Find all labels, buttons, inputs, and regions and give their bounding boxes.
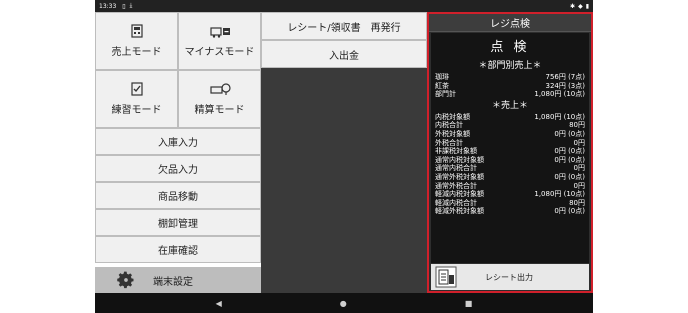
navigation-bar: ◀ ● ■ [95, 293, 593, 313]
cash-in-out-label: 入出金 [329, 50, 359, 62]
battery-icon: ▮ [585, 2, 589, 10]
line-value: 0円 (0点) [554, 172, 585, 181]
download-icon: ⤓ [129, 2, 133, 9]
stock-in-button[interactable]: 入庫入力 [95, 128, 261, 155]
line-value: 0円 (0点) [554, 129, 585, 138]
status-bar: 13:33 ▯ ⤓ ✱ ◆ ▮ [95, 0, 593, 12]
receipt-line: 内税合計 80円 [435, 121, 585, 130]
tablet-screen: 13:33 ▯ ⤓ ✱ ◆ ▮ 売上モード マイナスモード 練習モード 精算モー… [95, 0, 593, 313]
line-value: 80円 [569, 121, 585, 130]
receipt-line: 通常内税合計 0円 [435, 164, 585, 173]
line-value: 1,080円 (10点) [534, 190, 585, 199]
line-value: 1,080円 (10点) [534, 90, 585, 99]
product-transfer-button[interactable]: 商品移動 [95, 182, 261, 209]
line-value: 0円 [573, 181, 585, 190]
line-label: 軽減外税対象額 [435, 207, 484, 216]
receipt-line: 外税対象額 0円 (0点) [435, 130, 585, 139]
line-value: 0円 (0点) [554, 207, 585, 216]
line-value: 80円 [569, 198, 585, 207]
stock-check-button[interactable]: 在庫確認 [95, 236, 261, 263]
receipt-preview[interactable]: 点 検 ＊部門別売上＊ 珈琲 756円 (7点) 紅茶 324円 (3点) 部門計 1… [431, 33, 589, 263]
settlement-mode-button[interactable]: 精算モード [178, 70, 261, 128]
receipt-line: 外税合計 0円 [435, 139, 585, 148]
stock-check-label: 在庫確認 [158, 246, 198, 257]
middle-column: レシート/領収書 再発行 入出金 [261, 12, 427, 293]
line-label: 部門計 [435, 90, 456, 99]
receipt-printer-icon [435, 266, 457, 288]
receipt-line: 珈琲 756円 (7点) [435, 73, 585, 82]
line-label: 紅茶 [435, 81, 449, 90]
print-receipt-label: レシート出力 [485, 272, 533, 282]
line-value: 0円 [573, 164, 585, 173]
line-label: 通常外税合計 [435, 181, 477, 190]
minus-mode-button[interactable]: マイナスモード [178, 12, 261, 70]
minus-mode-label: マイナスモード [184, 47, 255, 58]
line-label: 軽減内税対象額 [435, 190, 484, 199]
register-icon [130, 24, 143, 38]
bluetooth-icon: ✱ [570, 2, 576, 10]
line-value: 756円 (7点) [545, 73, 585, 81]
practice-icon [130, 82, 143, 96]
line-label: 珈琲 [435, 73, 449, 81]
print-receipt-button[interactable]: レシート出力 [431, 264, 589, 290]
sales-section-heading: ＊売上＊ [491, 100, 528, 111]
line-label: 外税合計 [435, 138, 463, 147]
shortage-input-button[interactable]: 欠品入力 [95, 155, 261, 182]
line-label: 通常内税合計 [435, 164, 477, 173]
gear-icon [113, 267, 139, 293]
sales-mode-label: 売上モード [111, 47, 162, 58]
line-value: 1,080円 (10点) [534, 112, 585, 121]
line-label: 通常外税対象額 [435, 172, 484, 181]
back-icon[interactable]: ◀ [216, 299, 222, 308]
dept-section-heading: ＊部門別売上＊ [478, 61, 542, 71]
terminal-settings-button[interactable]: 端末設定 [95, 267, 261, 293]
receipt-title: 点 検 [490, 40, 530, 55]
product-transfer-label: 商品移動 [158, 192, 198, 203]
practice-mode-label: 練習モード [111, 105, 162, 116]
wifi-icon: ◆ [578, 2, 583, 10]
inventory-management-label: 棚卸管理 [158, 219, 198, 230]
register-check-panel: レジ点検 点 検 ＊部門別売上＊ 珈琲 756円 (7点) 紅茶 324円 (3点)… [427, 12, 593, 293]
receipt-line: 通常外税合計 0円 [435, 182, 585, 191]
receipt-line: 軽減内税対象額 1,080円 (10点) [435, 190, 585, 199]
receipt-line: 軽減外税対象額 0円 (0点) [435, 207, 585, 216]
receipt-line: 通常外税対象額 0円 (0点) [435, 173, 585, 182]
terminal-settings-label: 端末設定 [153, 276, 193, 288]
receipt-reissue-label: レシート/領収書 再発行 [287, 22, 401, 34]
minus-cart-icon [209, 27, 230, 38]
line-label: 内税合計 [435, 121, 463, 130]
receipt-line: 紅茶 324円 (3点) [435, 82, 585, 91]
line-value: 324円 (3点) [545, 81, 585, 90]
receipt-line: 非課税対象額 0円 (0点) [435, 147, 585, 156]
settlement-icon [209, 83, 231, 95]
receipt-reissue-button[interactable]: レシート/領収書 再発行 [261, 12, 427, 40]
recents-icon[interactable]: ■ [465, 299, 473, 308]
panel-header: レジ点検 [429, 14, 591, 32]
practice-mode-button[interactable]: 練習モード [95, 70, 178, 128]
main-menu: 売上モード マイナスモード 練習モード 精算モード 入庫入力 欠品入力 商品移動… [95, 12, 261, 293]
home-icon[interactable]: ● [340, 299, 347, 308]
cash-in-out-button[interactable]: 入出金 [261, 40, 427, 68]
sales-mode-button[interactable]: 売上モード [95, 12, 178, 70]
line-value: 0円 (0点) [554, 147, 585, 156]
shortage-input-label: 欠品入力 [158, 165, 198, 176]
receipt-line: 部門計 1,080円 (10点) [435, 90, 585, 99]
line-label: 非課税対象額 [435, 147, 477, 156]
stock-in-label: 入庫入力 [158, 138, 198, 149]
settlement-mode-label: 精算モード [194, 105, 245, 116]
status-time: 13:33 [99, 2, 117, 10]
line-value: 0円 (0点) [554, 155, 585, 164]
line-label: 外税対象額 [435, 129, 470, 138]
line-value: 0円 [573, 138, 585, 147]
sim-icon: ▯ [122, 2, 126, 10]
inventory-management-button[interactable]: 棚卸管理 [95, 209, 261, 236]
